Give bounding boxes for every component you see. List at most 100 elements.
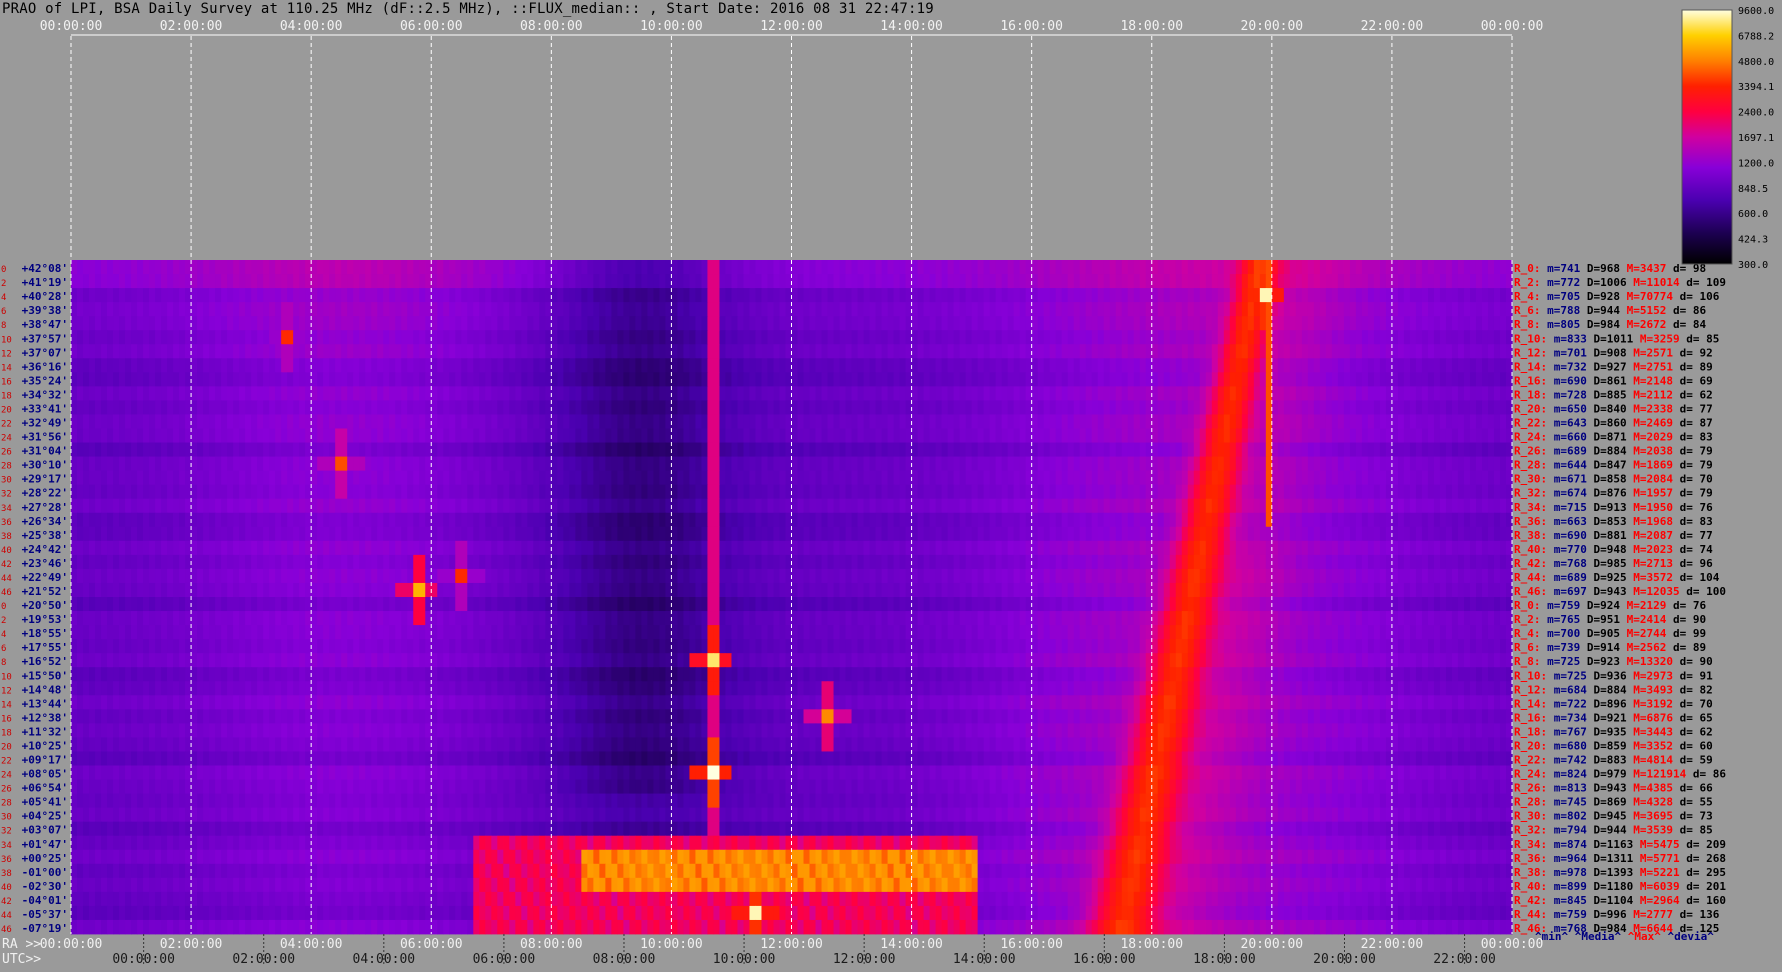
- heatmap-cell: [101, 470, 108, 486]
- heatmap-cell: [821, 540, 829, 556]
- heatmap-cell: [437, 330, 444, 345]
- heatmap-cell: [1109, 372, 1117, 387]
- heatmap-cell: [833, 540, 841, 556]
- heatmap-cell: [575, 302, 582, 317]
- heatmap-cell: [473, 400, 480, 415]
- heatmap-cell: [329, 372, 336, 387]
- heatmap-cell: [203, 456, 210, 472]
- heatmap-cell: [947, 442, 955, 457]
- heatmap-cell: [1151, 386, 1159, 401]
- heatmap-cell: [1409, 470, 1417, 486]
- heatmap-cell: [413, 498, 420, 514]
- heatmap-cell: [1361, 484, 1369, 500]
- heatmap-cell: [1487, 428, 1495, 443]
- heatmap-cell: [1067, 372, 1075, 387]
- heatmap-cell: [689, 456, 697, 472]
- heatmap-cell: [1115, 288, 1123, 303]
- heatmap-cell: [1151, 400, 1159, 415]
- heatmap-cell: [1499, 274, 1507, 289]
- heatmap-cell: [623, 344, 630, 359]
- heatmap-cell: [1373, 442, 1381, 457]
- heatmap-cell: [131, 260, 138, 275]
- heatmap-cell: [1439, 344, 1447, 359]
- heatmap-cell: [953, 456, 961, 472]
- heatmap-cell: [983, 428, 991, 443]
- heatmap-cell: [197, 400, 204, 415]
- heatmap-cell: [1319, 344, 1327, 359]
- heatmap-cell: [815, 456, 823, 472]
- heatmap-cell: [1397, 442, 1405, 457]
- heatmap-cell: [953, 540, 961, 556]
- heatmap-cell: [563, 302, 570, 317]
- heatmap-cell: [623, 260, 630, 275]
- heatmap-cell: [971, 344, 979, 359]
- heatmap-cell: [209, 484, 216, 500]
- heatmap-cell: [1313, 288, 1321, 303]
- heatmap-cell: [383, 260, 390, 275]
- heatmap-cell: [1451, 456, 1459, 472]
- heatmap-cell: [1355, 470, 1363, 486]
- heatmap-cell: [251, 358, 258, 373]
- heatmap-cell: [623, 316, 630, 331]
- heatmap-cell: [1085, 260, 1093, 275]
- heatmap-cell: [1091, 400, 1099, 415]
- heatmap-cell: [209, 288, 216, 303]
- heatmap-cell: [683, 386, 691, 401]
- heatmap-cell: [341, 316, 348, 331]
- heatmap-cell: [125, 260, 132, 275]
- heatmap-cell: [677, 330, 685, 345]
- heatmap-cell: [383, 456, 390, 472]
- heatmap-cell: [563, 470, 570, 486]
- heatmap-cell: [347, 470, 354, 486]
- heatmap-cell: [611, 316, 618, 331]
- heatmap-cell: [911, 344, 919, 359]
- heatmap-cell: [965, 512, 973, 528]
- heatmap-cell: [1055, 372, 1063, 387]
- heatmap-cell: [1421, 330, 1429, 345]
- heatmap-cell: [1331, 372, 1339, 387]
- heatmap-cell: [1355, 442, 1363, 457]
- heatmap-cell: [1397, 512, 1405, 528]
- heatmap-cell: [173, 288, 180, 303]
- heatmap-cell: [875, 386, 883, 401]
- heatmap-cell: [1421, 372, 1429, 387]
- heatmap-cell: [1427, 428, 1435, 443]
- heatmap-cell: [383, 344, 390, 359]
- heatmap-cell: [1007, 540, 1015, 556]
- heatmap-cell: [659, 386, 667, 401]
- heatmap-cell: [515, 330, 522, 345]
- heatmap-cell: [1463, 330, 1471, 345]
- heatmap-cell: [71, 498, 78, 514]
- heatmap-cell: [1085, 302, 1093, 317]
- heatmap-cell: [455, 330, 462, 345]
- heatmap-cell: [527, 274, 534, 289]
- heatmap-cell: [143, 260, 150, 275]
- heatmap-cell: [1499, 400, 1507, 415]
- heatmap-cell: [1289, 274, 1297, 289]
- heatmap-cell: [77, 540, 84, 556]
- heatmap-cell: [929, 512, 937, 528]
- heatmap-cell: [1397, 260, 1405, 275]
- heatmap-cell: [197, 470, 204, 486]
- heatmap-cell: [1343, 414, 1351, 429]
- heatmap-cell: [419, 344, 426, 359]
- heatmap-cell: [689, 414, 697, 429]
- heatmap-cell: [1097, 442, 1105, 457]
- heatmap-cell: [467, 526, 474, 542]
- heatmap-cell: [1457, 470, 1465, 486]
- heatmap-cell: [263, 414, 270, 429]
- heatmap-cell: [1271, 456, 1279, 472]
- heatmap-cell: [1247, 526, 1255, 542]
- heatmap-cell: [317, 442, 324, 457]
- heatmap-cell: [1481, 456, 1489, 472]
- heatmap-cell: [1391, 302, 1399, 317]
- heatmap-cell: [1085, 358, 1093, 373]
- heatmap-cell: [1391, 526, 1399, 542]
- heatmap-cell: [1205, 414, 1213, 429]
- heatmap-cell: [347, 386, 354, 401]
- heatmap-cell: [95, 470, 102, 486]
- heatmap-cell: [389, 400, 396, 415]
- heatmap-cell: [287, 484, 294, 500]
- heatmap-cell: [1217, 526, 1225, 542]
- heatmap-cell: [497, 330, 504, 345]
